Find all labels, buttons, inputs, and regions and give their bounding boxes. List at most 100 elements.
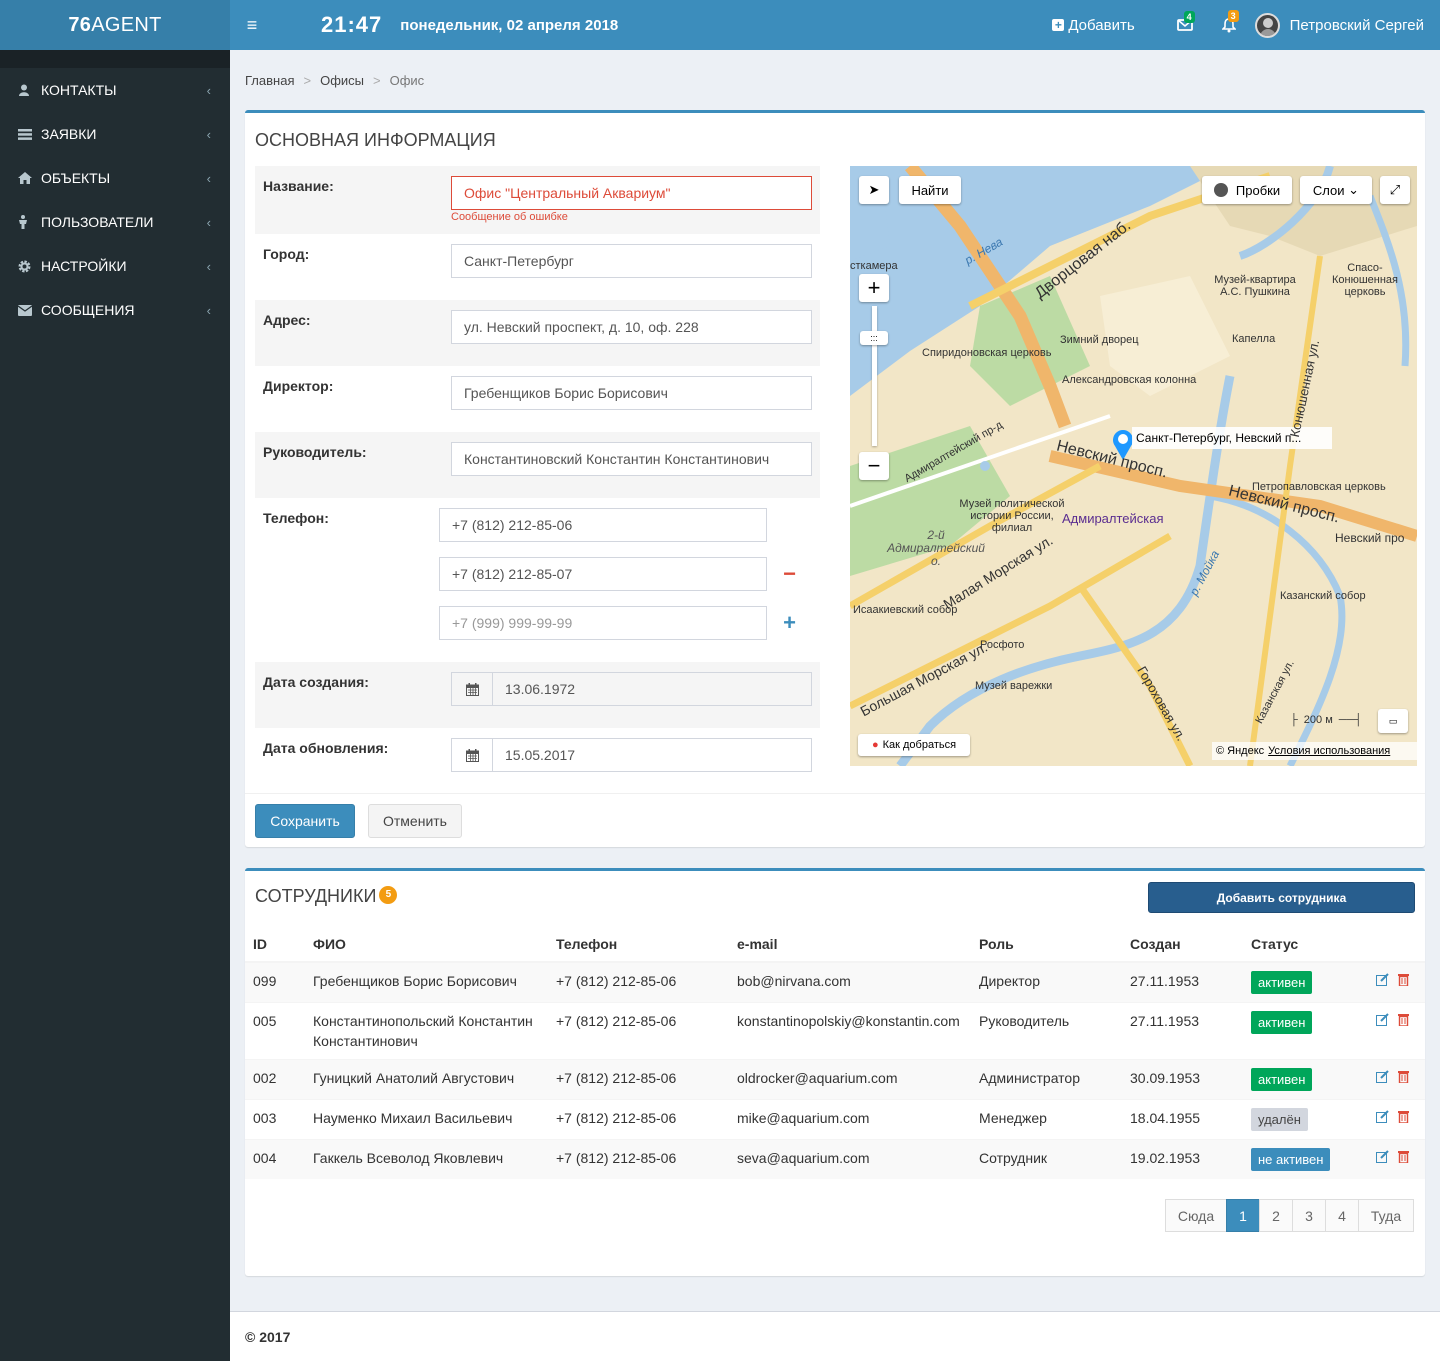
save-button[interactable]: Сохранить [255, 804, 355, 838]
cell-phone: +7 (812) 212-85-06 [548, 961, 729, 1003]
map-find-button[interactable]: Найти [899, 176, 961, 204]
map-label: Казанский собор [1280, 590, 1366, 602]
table-row: 004 Гаккель Всеволод Яковлевич +7 (812) … [245, 1139, 1425, 1179]
add-button[interactable]: + Добавить [1052, 17, 1135, 34]
location-arrow-icon[interactable]: ➤ [859, 176, 889, 204]
cell-role: Сотрудник [971, 1139, 1122, 1179]
edit-icon[interactable] [1376, 1068, 1389, 1088]
cell-email: konstantinopolskiy@konstantin.com [729, 1002, 971, 1060]
cell-name: Гребенщиков Борис Борисович [305, 961, 548, 1003]
calendar-icon[interactable] [452, 739, 493, 771]
map-traffic-button[interactable]: Пробки [1202, 176, 1292, 204]
column-header: ФИО [305, 927, 548, 963]
trash-icon[interactable] [1398, 1068, 1409, 1088]
head-input[interactable]: Константиновский Константин Константинов… [451, 442, 812, 476]
zoom-out-icon[interactable]: − [859, 452, 889, 480]
director-input[interactable]: Гребенщиков Борис Борисович [451, 376, 812, 410]
sidebar-item-requests[interactable]: Заявки ‹ [0, 112, 230, 156]
map-route-button[interactable]: ● Как добраться [858, 734, 970, 756]
remove-phone-icon[interactable]: − [767, 561, 812, 587]
breadcrumb-current: Офис [389, 73, 425, 88]
updated-date-input[interactable]: 15.05.2017 [451, 738, 812, 772]
phone-input[interactable]: +7 (812) 212-85-07 [439, 557, 767, 591]
cell-created: 30.09.1953 [1122, 1059, 1243, 1100]
map-label: Музей-квартира А.С. Пушкина [1214, 274, 1296, 298]
zoom-in-icon[interactable]: + [859, 274, 889, 302]
pagination-next[interactable]: Туда [1358, 1199, 1414, 1232]
trash-icon[interactable] [1398, 971, 1409, 991]
notifications-button[interactable]: 3 [1207, 9, 1251, 33]
hamburger-menu-icon[interactable]: ≡ [232, 15, 272, 36]
office-info-box: Основная информация Название: Офис "Цент… [245, 110, 1425, 847]
phone-input[interactable]: +7 (812) 212-85-06 [439, 508, 767, 542]
notification-count-badge: 3 [1227, 9, 1239, 22]
map-scale: ├ 200 м ──┤ [1290, 714, 1363, 726]
employees-box: Сотрудники 5 Добавить сотрудника ID ФИО Т… [245, 868, 1425, 1276]
gear-icon [18, 260, 41, 273]
pagination-page[interactable]: 2 [1259, 1199, 1293, 1232]
created-date-input[interactable]: 13.06.1972 [451, 672, 812, 706]
address-input[interactable]: ул. Невский проспект, д. 10, оф. 228 [451, 310, 812, 344]
director-row: Директор: Гребенщиков Борис Борисович [255, 366, 820, 432]
sidebar-item-users[interactable]: Пользователи ‹ [0, 200, 230, 244]
office-name-input[interactable]: Офис "Центральный Аквариум" [451, 176, 812, 210]
add-phone-icon[interactable]: + [767, 610, 812, 636]
map-label: Спиридоновская церковь [922, 347, 1052, 359]
messages-button[interactable]: 4 [1163, 11, 1207, 31]
status-badge: удалён [1251, 1108, 1308, 1131]
trash-icon[interactable] [1398, 1011, 1409, 1031]
pagination-page[interactable]: 1 [1226, 1199, 1260, 1232]
calendar-icon[interactable] [452, 673, 493, 705]
phone-row: Телефон: +7 (812) 212-85-06 +7 (812) 212… [255, 498, 820, 662]
cell-name: Науменко Михаил Васильевич [305, 1099, 548, 1140]
cell-email: bob@nirvana.com [729, 961, 971, 1003]
pagination-page[interactable]: 4 [1325, 1199, 1359, 1232]
column-header: ID [245, 927, 305, 963]
zoom-slider-handle[interactable]: ::: [860, 331, 888, 345]
chevron-left-icon: ‹ [206, 214, 211, 230]
sidebar-item-objects[interactable]: Объекты ‹ [0, 156, 230, 200]
add-employee-button[interactable]: Добавить сотрудника [1148, 882, 1415, 913]
cell-phone: +7 (812) 212-85-06 [548, 1099, 729, 1140]
section-title: Сотрудники 5 [255, 886, 398, 907]
city-input[interactable]: Санкт-Петербург [451, 244, 812, 278]
map-layers-button[interactable]: Слои ⌄ [1300, 176, 1372, 204]
cell-role: Администратор [971, 1059, 1122, 1100]
edit-icon[interactable] [1376, 1011, 1389, 1031]
sidebar-item-contacts[interactable]: Контакты ‹ [0, 68, 230, 112]
new-phone-input[interactable]: +7 (999) 999-99-99 [439, 606, 767, 640]
updated-row: Дата обновления: 15.05.2017 [255, 728, 820, 794]
edit-icon[interactable] [1376, 971, 1389, 991]
home-icon [18, 172, 41, 184]
pagination-prev[interactable]: Сюда [1165, 1199, 1227, 1232]
user-icon [18, 84, 41, 96]
zoom-slider-track[interactable] [872, 306, 877, 446]
column-header: Роль [971, 927, 1122, 963]
envelope-icon [18, 304, 41, 316]
office-map[interactable]: ➤ Найти Пробки Слои ⌄ ⤢ + ::: − Санкт-Пе… [850, 166, 1417, 766]
traffic-light-icon [1213, 183, 1228, 197]
cancel-button[interactable]: Отменить [368, 804, 462, 838]
cell-created: 19.02.1953 [1122, 1139, 1243, 1179]
map-terms-link[interactable]: Условия использования [1268, 745, 1390, 757]
trash-icon[interactable] [1398, 1108, 1409, 1128]
edit-icon[interactable] [1376, 1148, 1389, 1168]
user-menu[interactable]: Петровский Сергей [1254, 12, 1424, 38]
fullscreen-icon[interactable]: ⤢ [1380, 176, 1410, 204]
trash-icon[interactable] [1398, 1148, 1409, 1168]
breadcrumb-home[interactable]: Главная [245, 73, 294, 88]
user-name: Петровский Сергей [1289, 16, 1424, 34]
city-row: Город: Санкт-Петербург [255, 234, 820, 300]
cell-created: 27.11.1953 [1122, 1002, 1243, 1060]
pagination-page[interactable]: 3 [1292, 1199, 1326, 1232]
updated-label: Дата обновления: [263, 740, 389, 756]
ruler-icon[interactable]: ▭ [1378, 709, 1408, 733]
breadcrumb-offices[interactable]: Офисы [320, 73, 364, 88]
head-row: Руководитель: Константиновский Константи… [255, 432, 820, 498]
sidebar-item-messages[interactable]: Сообщения ‹ [0, 288, 230, 332]
edit-icon[interactable] [1376, 1108, 1389, 1128]
table-row: 003 Науменко Михаил Васильевич +7 (812) … [245, 1099, 1425, 1140]
avatar [1254, 12, 1280, 38]
app-logo[interactable]: 76 AGENT [0, 0, 230, 50]
sidebar-item-settings[interactable]: Настройки ‹ [0, 244, 230, 288]
